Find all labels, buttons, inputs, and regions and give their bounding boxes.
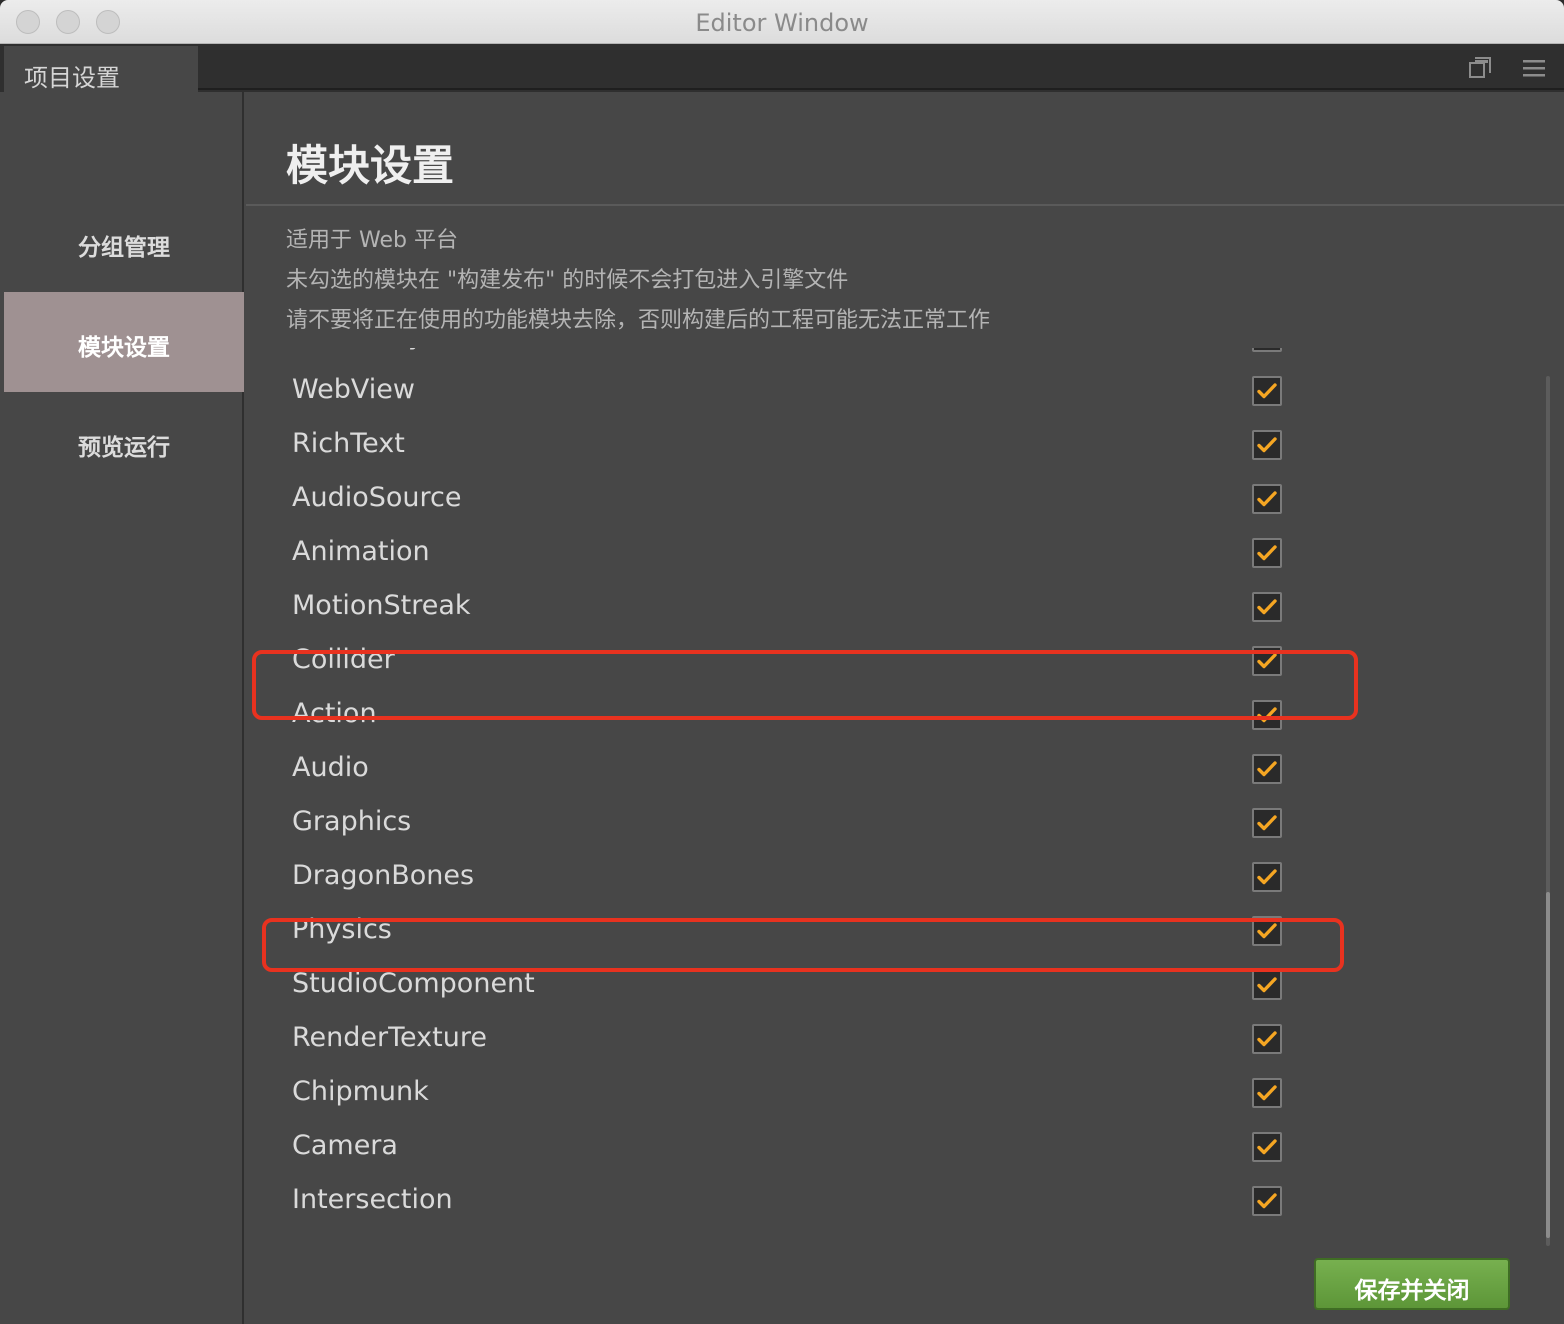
module-label: Chipmunk [292, 1076, 429, 1107]
checkmark-icon [1257, 1139, 1277, 1155]
module-row: Chipmunk [246, 1066, 1564, 1120]
checkmark-icon [1257, 1193, 1277, 1209]
module-label: DragonBones [292, 860, 475, 891]
divider [246, 204, 1564, 206]
module-label: VideoPlayer [292, 348, 452, 351]
checkmark-icon [1257, 545, 1277, 561]
module-checkbox[interactable] [1252, 1024, 1282, 1054]
module-row: RenderTexture [246, 1012, 1564, 1066]
module-checkbox[interactable] [1252, 1186, 1282, 1216]
module-label: StudioComponent [292, 968, 535, 999]
module-row: DragonBones [246, 850, 1564, 904]
main-panel: 模块设置 适用于 Web 平台 未勾选的模块在 "构建发布" 的时候不会打包进入… [246, 92, 1564, 1324]
module-checkbox[interactable] [1252, 348, 1282, 352]
module-checkbox[interactable] [1252, 376, 1282, 406]
module-label: Camera [292, 1130, 398, 1161]
module-row: RichText [246, 418, 1564, 472]
module-checkbox[interactable] [1252, 538, 1282, 568]
module-label: Intersection [292, 1184, 453, 1215]
module-label: MotionStreak [292, 590, 471, 621]
module-checkbox[interactable] [1252, 970, 1282, 1000]
save-and-close-button[interactable]: 保存并关闭 [1314, 1258, 1510, 1310]
checkmark-icon [1257, 761, 1277, 777]
module-row: Audio [246, 742, 1564, 796]
tab-strip-empty [198, 44, 1564, 90]
module-label: RichText [292, 428, 405, 459]
description-line: 请不要将正在使用的功能模块去除，否则构建后的工程可能无法正常工作 [286, 308, 991, 333]
description-line: 未勾选的模块在 "构建发布" 的时候不会打包进入引擎文件 [286, 268, 849, 293]
checkmark-icon [1257, 1085, 1277, 1101]
module-label: Graphics [292, 806, 412, 837]
module-checkbox[interactable] [1252, 592, 1282, 622]
module-checkbox[interactable] [1252, 754, 1282, 784]
module-row: VideoPlayer [246, 348, 1564, 364]
module-label: WebView [292, 374, 415, 405]
checkmark-icon [1257, 815, 1277, 831]
checkmark-icon [1257, 491, 1277, 507]
module-label: Animation [292, 536, 430, 567]
window-title: Editor Window [695, 9, 869, 37]
sidebar-item-preview-run[interactable]: 预览运行 [4, 392, 244, 492]
highlight-box-physics [262, 918, 1344, 972]
title-bar: Editor Window [0, 0, 1564, 44]
menu-icon[interactable] [1522, 56, 1546, 80]
checkmark-icon [1257, 437, 1277, 453]
description-line: 适用于 Web 平台 [286, 228, 458, 253]
module-label: AudioSource [292, 482, 462, 513]
sidebar-item-module-settings[interactable]: 模块设置 [4, 292, 244, 392]
module-label: Audio [292, 752, 369, 783]
module-checkbox[interactable] [1252, 1132, 1282, 1162]
scrollbar-thumb[interactable] [1546, 892, 1550, 1238]
module-row: Animation [246, 526, 1564, 580]
checkmark-icon [1257, 869, 1277, 885]
module-label: RenderTexture [292, 1022, 487, 1053]
highlight-box-collider [252, 650, 1358, 720]
module-checkbox[interactable] [1252, 862, 1282, 892]
popout-icon[interactable] [1468, 56, 1492, 80]
page-title: 模块设置 [286, 141, 455, 190]
sidebar-item-group-management[interactable]: 分组管理 [4, 192, 244, 292]
module-checkbox[interactable] [1252, 484, 1282, 514]
module-row: AudioSource [246, 472, 1564, 526]
module-checkbox[interactable] [1252, 1078, 1282, 1108]
tab-project-settings[interactable]: 项目设置 [4, 46, 198, 92]
module-list: VideoPlayer WebView RichText AudioSource Ani… [246, 348, 1564, 1256]
module-checkbox[interactable] [1252, 808, 1282, 838]
sidebar: 分组管理 模块设置 预览运行 [4, 92, 244, 1324]
module-row: MotionStreak [246, 580, 1564, 634]
module-row: WebView [246, 364, 1564, 418]
module-row: Graphics [246, 796, 1564, 850]
checkmark-icon [1257, 599, 1277, 615]
module-checkbox[interactable] [1252, 430, 1282, 460]
checkmark-icon [1257, 1031, 1277, 1047]
editor-window: Editor Window 项目设置 分组管理 模块设置 预览运行 模块设置 适… [0, 0, 1564, 1324]
module-row: Camera [246, 1120, 1564, 1174]
tab-strip: 项目设置 [0, 44, 1564, 92]
module-row: Intersection [246, 1174, 1564, 1228]
checkmark-icon [1257, 383, 1277, 399]
checkmark-icon [1257, 977, 1277, 993]
